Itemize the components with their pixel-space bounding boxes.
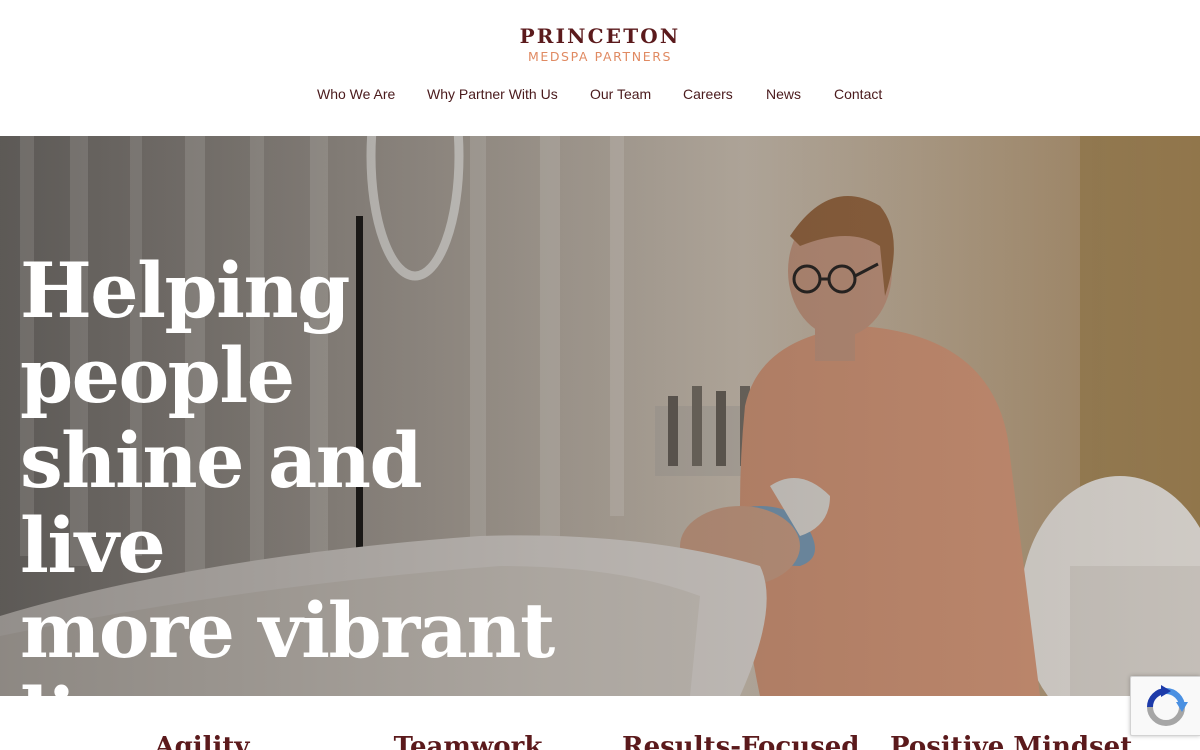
recaptcha-icon — [1147, 685, 1188, 726]
value-title-teamwork: Teamwork — [393, 732, 543, 750]
nav-item-careers[interactable]: Careers — [683, 86, 733, 102]
value-title-results-focused: Results-Focused — [622, 732, 860, 750]
values-section: Agility Teamwork Results-Focused Positiv… — [0, 696, 1200, 750]
main-nav: Who We Are Why Partner With Us Our Team … — [300, 86, 900, 108]
value-title-agility: Agility — [154, 732, 250, 750]
hero-section: Helping people shine and live more vibra… — [0, 136, 1200, 696]
hero-headline-line: lives. — [20, 673, 580, 696]
recaptcha-badge[interactable] — [1130, 676, 1200, 736]
site-header: PRINCETON MEDSPA PARTNERS Who We Are Why… — [0, 0, 1200, 136]
nav-item-who-we-are[interactable]: Who We Are — [317, 86, 395, 102]
nav-item-news[interactable]: News — [766, 86, 801, 102]
hero-headline-line: Helping people — [20, 246, 350, 420]
hero-headline: Helping people shine and live more vibra… — [20, 248, 580, 696]
value-title-positive-mindset: Positive Mindset — [890, 732, 1133, 750]
logo-name: PRINCETON — [519, 24, 681, 48]
nav-item-our-team[interactable]: Our Team — [590, 86, 651, 102]
logo-tagline: MEDSPA PARTNERS — [527, 49, 673, 64]
logo[interactable]: PRINCETON MEDSPA PARTNERS — [0, 24, 1200, 65]
hero-headline-line: more vibrant — [20, 586, 555, 675]
nav-item-why-partner[interactable]: Why Partner With Us — [427, 86, 558, 102]
nav-item-contact[interactable]: Contact — [834, 86, 882, 102]
hero-headline-line: shine and live — [20, 416, 423, 590]
